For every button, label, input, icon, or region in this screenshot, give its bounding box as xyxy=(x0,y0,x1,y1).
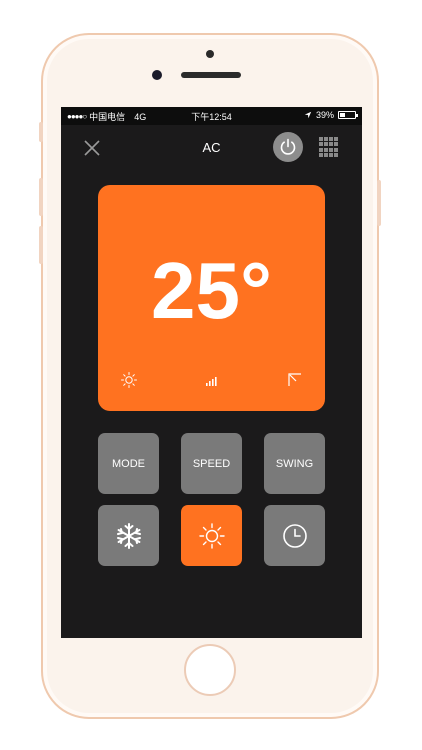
temperature-value: 25° xyxy=(151,246,272,335)
swing-button[interactable]: SWING xyxy=(264,433,325,494)
mode-button[interactable]: MODE xyxy=(98,433,159,494)
power-button[interactable] xyxy=(273,132,303,162)
mode-label: MODE xyxy=(112,457,145,470)
status-bar: ●●●●○ 中国电信 4G 下午12:54 39% xyxy=(61,107,362,125)
earpiece-speaker xyxy=(181,72,241,78)
clock-icon xyxy=(282,523,307,548)
grid-icon xyxy=(319,137,323,141)
swing-label: SWING xyxy=(275,457,314,470)
home-button[interactable] xyxy=(184,644,236,696)
location-arrow-icon xyxy=(304,111,312,119)
speed-button[interactable]: SPEED xyxy=(181,433,242,494)
swing-corner-icon xyxy=(288,373,301,386)
power-icon xyxy=(280,138,296,155)
volume-up-button xyxy=(39,178,43,216)
battery-percent: 39% xyxy=(315,110,334,120)
sun-icon xyxy=(198,522,225,549)
signal-bars-icon xyxy=(206,377,217,386)
power-side-button xyxy=(377,180,381,226)
front-camera xyxy=(152,70,162,80)
speed-label: SPEED xyxy=(192,457,231,470)
temperature-display: 25° xyxy=(98,185,325,411)
page-title: AC xyxy=(202,140,221,155)
timer-button[interactable] xyxy=(264,505,325,566)
mute-switch xyxy=(39,122,43,142)
snowflake-icon xyxy=(116,522,141,549)
heat-mode-button[interactable] xyxy=(181,505,242,566)
sun-icon xyxy=(121,372,137,388)
cool-mode-button[interactable] xyxy=(98,505,159,566)
grid-menu-button[interactable] xyxy=(319,137,339,157)
volume-down-button xyxy=(39,226,43,264)
app-screen: ●●●●○ 中国电信 4G 下午12:54 39% AC 25° MODE SP… xyxy=(61,107,362,638)
battery-icon xyxy=(338,111,358,119)
proximity-sensor xyxy=(206,50,214,58)
